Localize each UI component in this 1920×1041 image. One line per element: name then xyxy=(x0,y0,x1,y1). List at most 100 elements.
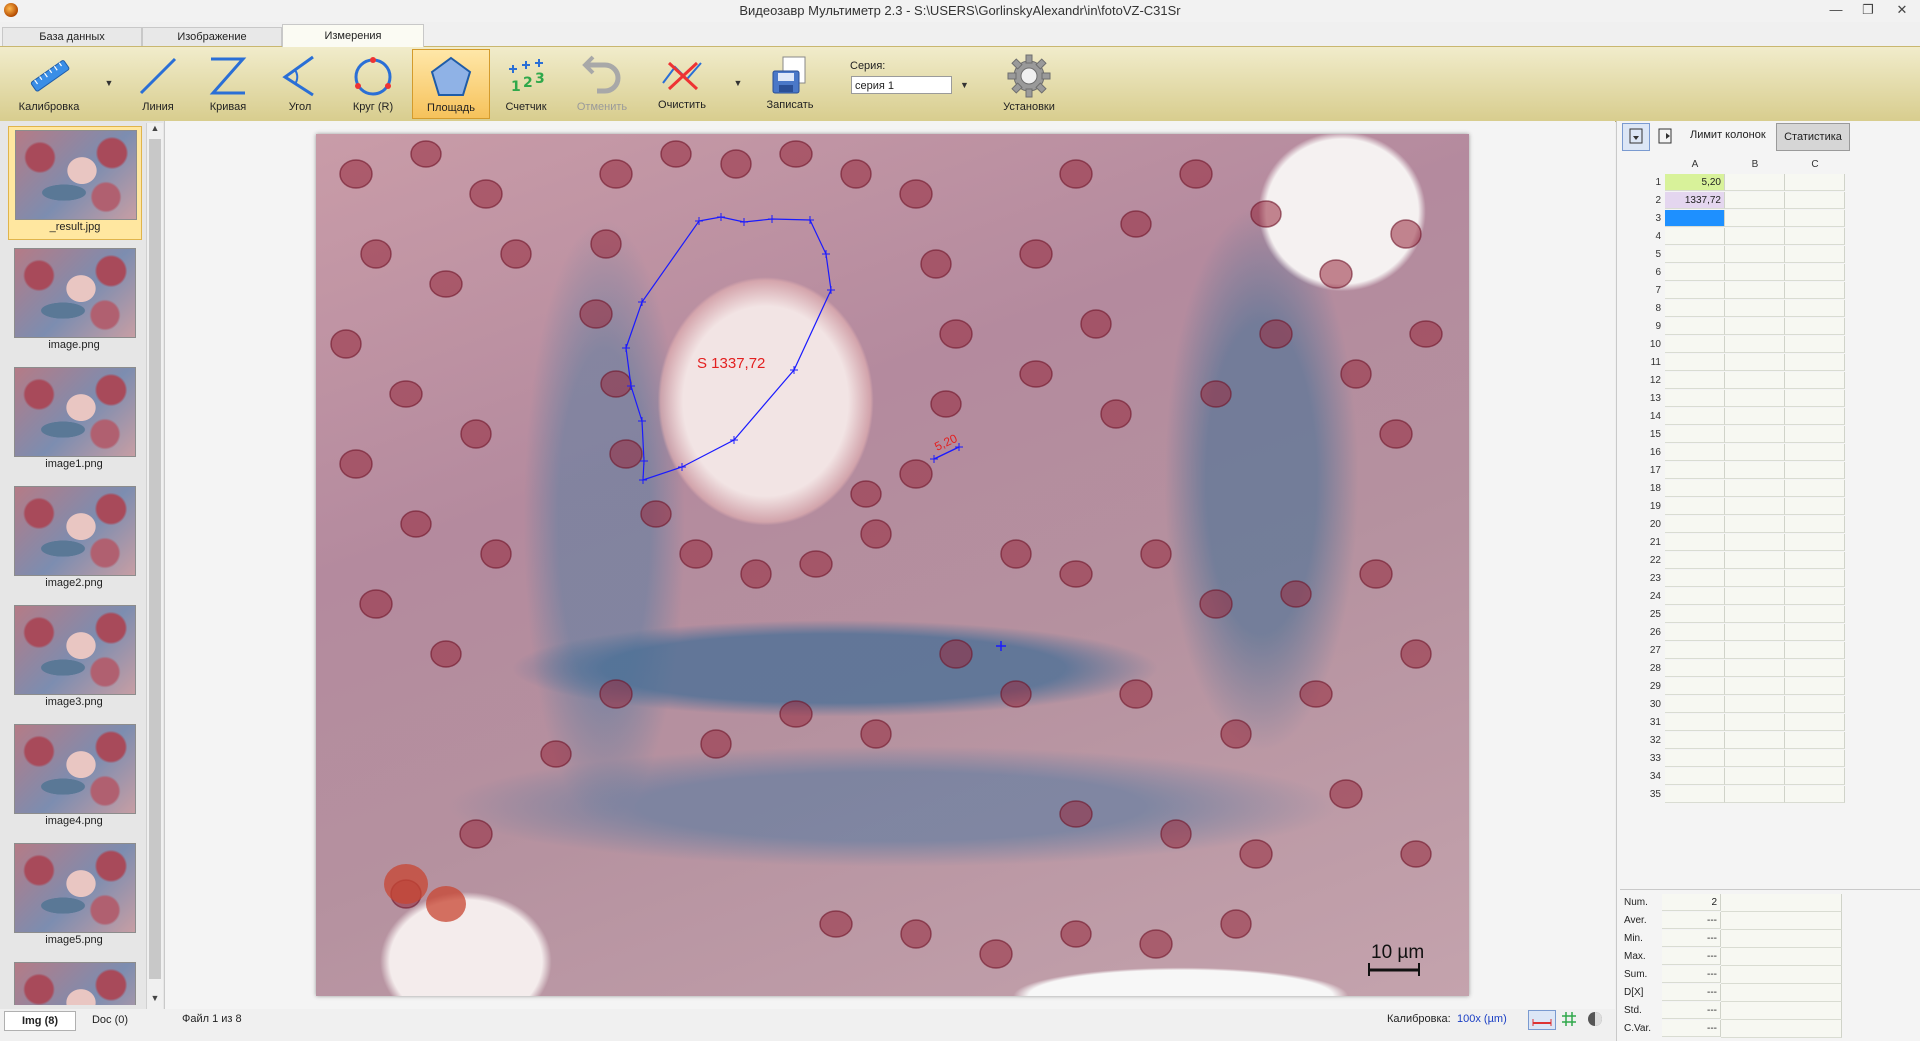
table-cell[interactable] xyxy=(1665,570,1725,587)
table-cell[interactable] xyxy=(1725,534,1785,551)
table-cell[interactable] xyxy=(1725,336,1785,353)
calibration-dropdown-icon[interactable]: ▼ xyxy=(104,78,114,88)
tab-images[interactable]: Img (8) xyxy=(4,1011,76,1031)
table-cell[interactable] xyxy=(1665,696,1725,713)
table-cell[interactable] xyxy=(1665,534,1725,551)
table-cell[interactable] xyxy=(1665,732,1725,749)
pin-column-button[interactable] xyxy=(1622,123,1650,151)
curve-tool-button[interactable]: Кривая xyxy=(198,49,258,117)
table-cell[interactable] xyxy=(1665,588,1725,605)
table-cell[interactable] xyxy=(1665,210,1725,227)
table-cell[interactable] xyxy=(1725,768,1785,785)
table-cell[interactable]: 5,20 xyxy=(1665,174,1725,191)
table-cell[interactable] xyxy=(1665,390,1725,407)
thumbnail-item[interactable]: image3.png xyxy=(8,602,140,714)
table-cell[interactable] xyxy=(1785,552,1845,569)
table-cell[interactable] xyxy=(1785,174,1845,191)
tab-image[interactable]: Изображение xyxy=(142,27,282,46)
table-cell[interactable] xyxy=(1785,714,1845,731)
table-cell[interactable] xyxy=(1785,606,1845,623)
thumbnail-scrollbar[interactable]: ▲ ▼ xyxy=(146,123,163,1009)
calibration-status-value[interactable]: 100x (µm) xyxy=(1457,1013,1507,1025)
scrollbar-thumb[interactable] xyxy=(149,139,161,979)
table-cell[interactable] xyxy=(1785,318,1845,335)
table-cell[interactable] xyxy=(1665,516,1725,533)
save-button[interactable]: Записать xyxy=(756,49,824,117)
table-cell[interactable] xyxy=(1665,750,1725,767)
table-cell[interactable] xyxy=(1785,750,1845,767)
grid-toggle-icon[interactable] xyxy=(1560,1010,1578,1028)
column-limit-label[interactable]: Лимит колонок xyxy=(1690,129,1766,141)
table-cell[interactable] xyxy=(1725,642,1785,659)
table-cell[interactable] xyxy=(1665,372,1725,389)
table-cell[interactable] xyxy=(1665,462,1725,479)
column-header[interactable]: C xyxy=(1785,158,1845,172)
series-dropdown-icon[interactable]: ▼ xyxy=(960,80,969,90)
table-cell[interactable] xyxy=(1665,318,1725,335)
table-cell[interactable] xyxy=(1725,552,1785,569)
tab-documents[interactable]: Doc (0) xyxy=(80,1011,140,1029)
table-cell[interactable] xyxy=(1725,264,1785,281)
scroll-up-icon[interactable]: ▲ xyxy=(147,123,163,137)
table-cell[interactable] xyxy=(1665,606,1725,623)
table-cell[interactable] xyxy=(1725,714,1785,731)
table-cell[interactable] xyxy=(1665,786,1725,803)
thumbnail-item[interactable]: image2.png xyxy=(8,483,140,595)
table-cell[interactable] xyxy=(1725,228,1785,245)
table-cell[interactable] xyxy=(1665,624,1725,641)
contrast-toggle-icon[interactable] xyxy=(1586,1010,1604,1028)
table-cell[interactable] xyxy=(1725,462,1785,479)
thumbnail-item[interactable]: _result.jpg xyxy=(8,126,142,240)
thumbnail-item[interactable]: image1.png xyxy=(8,364,140,476)
table-cell[interactable] xyxy=(1665,714,1725,731)
area-tool-button[interactable]: Площадь xyxy=(412,49,490,119)
table-cell[interactable] xyxy=(1725,426,1785,443)
table-cell[interactable] xyxy=(1725,408,1785,425)
table-cell[interactable] xyxy=(1785,228,1845,245)
table-cell[interactable] xyxy=(1785,516,1845,533)
table-cell[interactable] xyxy=(1725,588,1785,605)
table-cell[interactable] xyxy=(1725,354,1785,371)
table-cell[interactable] xyxy=(1785,282,1845,299)
table-cell[interactable] xyxy=(1785,264,1845,281)
angle-tool-button[interactable]: Угол xyxy=(270,49,330,117)
micrograph-image[interactable]: S 1337,72 5,20 10 µm xyxy=(316,134,1469,996)
table-cell[interactable] xyxy=(1725,210,1785,227)
table-cell[interactable] xyxy=(1785,786,1845,803)
tab-measurements[interactable]: Измерения xyxy=(282,24,424,47)
table-cell[interactable] xyxy=(1785,246,1845,263)
counter-marker[interactable] xyxy=(996,641,1006,651)
thumbnail-item[interactable]: image.png xyxy=(8,245,140,357)
table-cell[interactable] xyxy=(1665,264,1725,281)
table-cell[interactable] xyxy=(1785,300,1845,317)
thumbnail-item[interactable] xyxy=(8,959,140,1005)
table-cell[interactable] xyxy=(1665,228,1725,245)
table-cell[interactable] xyxy=(1725,318,1785,335)
table-cell[interactable] xyxy=(1785,732,1845,749)
restore-button[interactable]: ❐ xyxy=(1854,0,1882,20)
minimize-button[interactable]: — xyxy=(1822,0,1850,20)
table-cell[interactable] xyxy=(1725,696,1785,713)
table-cell[interactable] xyxy=(1725,246,1785,263)
table-cell[interactable] xyxy=(1785,696,1845,713)
series-select[interactable]: серия 1 xyxy=(851,76,952,94)
table-cell[interactable] xyxy=(1725,660,1785,677)
table-cell[interactable] xyxy=(1785,498,1845,515)
table-cell[interactable] xyxy=(1725,732,1785,749)
table-cell[interactable] xyxy=(1785,426,1845,443)
thumbnail-item[interactable]: image5.png xyxy=(8,840,140,952)
table-cell[interactable] xyxy=(1665,426,1725,443)
table-cell[interactable] xyxy=(1785,480,1845,497)
table-cell[interactable] xyxy=(1725,516,1785,533)
column-next-button[interactable] xyxy=(1654,123,1678,149)
tab-database[interactable]: База данных xyxy=(2,27,142,46)
scale-bar-toggle-icon[interactable] xyxy=(1528,1010,1556,1030)
table-cell[interactable] xyxy=(1725,480,1785,497)
settings-button[interactable]: Установки xyxy=(996,49,1062,117)
column-header[interactable]: B xyxy=(1725,158,1785,172)
table-cell[interactable] xyxy=(1665,480,1725,497)
statistics-button[interactable]: Статистика xyxy=(1776,123,1850,151)
table-cell[interactable] xyxy=(1665,300,1725,317)
circle-tool-button[interactable]: Круг (R) xyxy=(343,49,403,117)
table-cell[interactable] xyxy=(1725,174,1785,191)
